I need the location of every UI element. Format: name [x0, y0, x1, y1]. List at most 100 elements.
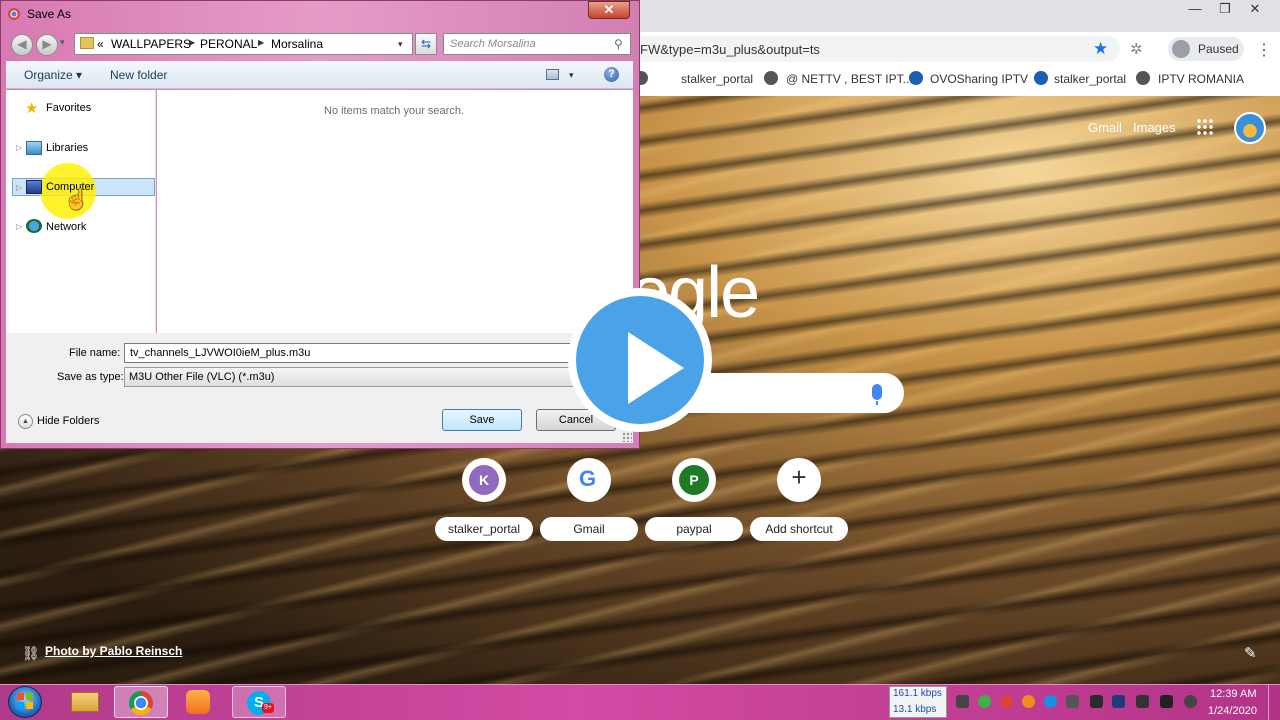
taskbar-uc-browser[interactable]	[172, 686, 226, 718]
clock-time[interactable]: 12:39 AM	[1210, 688, 1256, 700]
shortcut-letter-avatar: K	[469, 465, 499, 495]
resize-grip[interactable]	[622, 432, 632, 442]
customize-pencil-icon[interactable]: ✎	[1244, 644, 1257, 662]
tray-green-icon[interactable]	[978, 695, 991, 708]
view-options-dropdown-icon[interactable]: ▾	[569, 70, 574, 81]
file-list-pane[interactable]	[157, 90, 633, 333]
profile-avatar	[1172, 40, 1190, 58]
tray-flag-icon[interactable]	[1136, 695, 1149, 708]
breadcrumb-arrow-icon[interactable]: ▶	[189, 38, 195, 47]
save-button[interactable]: Save	[442, 409, 522, 431]
recent-locations-dropdown-icon[interactable]: ▾	[60, 37, 65, 48]
play-button-circle	[576, 296, 704, 424]
folder-icon	[71, 692, 99, 712]
chrome-icon	[129, 691, 153, 715]
tree-item-network[interactable]: Network	[46, 221, 86, 233]
shortcut-label-add[interactable]: Add shortcut	[750, 517, 848, 541]
search-icon[interactable]: ⚲	[614, 37, 623, 51]
photo-credit-link[interactable]: Photo by Pablo Reinsch	[45, 644, 182, 658]
tray-power-icon[interactable]	[1160, 695, 1173, 708]
browser-menu-icon[interactable]: ⋮	[1256, 40, 1272, 60]
breadcrumb-morsalina[interactable]: Morsalina	[271, 37, 323, 51]
taskbar-skype[interactable]: S	[232, 686, 286, 718]
tray-speaker-icon[interactable]	[1066, 695, 1079, 708]
shortcut-tile-gmail[interactable]: G	[567, 458, 611, 502]
windows-logo-icon	[17, 693, 33, 709]
folder-search-input[interactable]	[443, 33, 631, 55]
tray-chrome-icon[interactable]	[1000, 695, 1013, 708]
expand-arrow-icon[interactable]: ▷	[16, 222, 22, 231]
taskbar-chrome[interactable]	[114, 686, 168, 718]
minimize-window-icon[interactable]: —	[1180, 0, 1210, 20]
change-view-icon[interactable]	[546, 69, 559, 80]
close-window-icon[interactable]: ✕	[1240, 0, 1270, 20]
address-dropdown-icon[interactable]: ▾	[398, 39, 403, 50]
address-bar-text: FW&type=m3u_plus&output=ts	[640, 42, 820, 57]
bookmark-iptv-romania[interactable]: IPTV ROMANIA	[1158, 72, 1244, 86]
show-desktop-button[interactable]	[1268, 685, 1280, 720]
tree-item-favorites[interactable]: Favorites	[46, 102, 91, 114]
bookmark-stalker-portal-1[interactable]: stalker_portal	[681, 72, 753, 86]
tray-monitor-icon[interactable]	[1112, 695, 1125, 708]
tray-blue-icon[interactable]	[1044, 695, 1057, 708]
microphone-icon[interactable]	[872, 384, 882, 405]
skype-notification-badge: 9+	[262, 703, 274, 713]
forward-button[interactable]: ▶	[36, 34, 58, 56]
expand-arrow-icon[interactable]: ▷	[16, 183, 22, 192]
bookmark-favicon	[1034, 71, 1048, 85]
bookmark-favicon	[1136, 71, 1150, 85]
bookmark-ovosharing[interactable]: OVOSharing IPTV	[930, 72, 1028, 86]
shortcut-tile-paypal[interactable]: P	[672, 458, 716, 502]
bookmark-nettv[interactable]: @ NETTV , BEST IPT...	[786, 72, 913, 86]
google-account-avatar[interactable]	[1234, 112, 1266, 144]
upload-speed: 13.1 kbps	[893, 704, 937, 715]
breadcrumb-peronal[interactable]: PERONAL	[200, 37, 257, 51]
breadcrumb-wallpapers[interactable]: WALLPAPERS	[111, 37, 191, 51]
extension-icon[interactable]: ✲	[1130, 40, 1143, 58]
bookmark-favicon	[909, 71, 923, 85]
hide-folders-chevron-icon[interactable]: ▲	[18, 414, 33, 429]
tray-grid-icon[interactable]	[956, 695, 969, 708]
save-as-type-select[interactable]: M3U Other File (VLC) (*.m3u)	[124, 367, 584, 387]
empty-folder-message: No items match your search.	[324, 105, 464, 117]
shortcut-tile-stalker-portal[interactable]: K	[462, 458, 506, 502]
dialog-command-bar	[6, 61, 633, 89]
tray-volume-icon[interactable]	[1184, 695, 1197, 708]
breadcrumb-overflow[interactable]: «	[97, 37, 104, 51]
bookmark-stalker-portal-2[interactable]: stalker_portal	[1054, 72, 1126, 86]
file-name-label: File name:	[69, 347, 121, 359]
hide-folders-button[interactable]: Hide Folders	[37, 415, 99, 427]
favorites-star-icon: ★	[25, 100, 39, 117]
profile-status-label: Paused	[1198, 42, 1239, 56]
gmail-link[interactable]: Gmail	[1088, 120, 1122, 135]
help-icon[interactable]: ?	[604, 67, 619, 82]
tray-orange-icon[interactable]	[1022, 695, 1035, 708]
file-name-input[interactable]	[124, 343, 584, 363]
video-play-button[interactable]	[568, 288, 712, 432]
images-link[interactable]: Images	[1133, 120, 1176, 135]
expand-arrow-icon[interactable]: ▷	[16, 143, 22, 152]
back-button[interactable]: ◀	[11, 34, 33, 56]
shortcut-label-gmail[interactable]: Gmail	[540, 517, 638, 541]
google-apps-icon[interactable]	[1196, 118, 1214, 136]
bookmark-favicon	[764, 71, 778, 85]
bookmark-star-icon[interactable]: ★	[1093, 39, 1108, 59]
play-icon	[628, 332, 684, 404]
link-icon: ⛓	[22, 645, 40, 661]
shortcut-label-paypal[interactable]: paypal	[645, 517, 743, 541]
refresh-icon[interactable]: ⇆	[415, 33, 437, 55]
clock-date[interactable]: 1/24/2020	[1208, 705, 1257, 717]
save-as-type-label: Save as type:	[57, 371, 124, 383]
libraries-icon	[26, 141, 42, 155]
dialog-close-button[interactable]: ✕	[588, 1, 630, 19]
tray-network-icon[interactable]	[1090, 695, 1103, 708]
shortcut-label-stalker-portal[interactable]: stalker_portal	[435, 517, 533, 541]
plus-icon: +	[791, 462, 807, 492]
new-folder-button[interactable]: New folder	[110, 68, 167, 82]
add-shortcut-tile[interactable]: +	[777, 458, 821, 502]
organize-button[interactable]: Organize ▾	[24, 68, 82, 82]
taskbar-explorer[interactable]	[58, 686, 112, 718]
breadcrumb-arrow-icon[interactable]: ▶	[258, 38, 264, 47]
tree-item-libraries[interactable]: Libraries	[46, 142, 88, 154]
maximize-window-icon[interactable]: ❐	[1210, 0, 1240, 20]
